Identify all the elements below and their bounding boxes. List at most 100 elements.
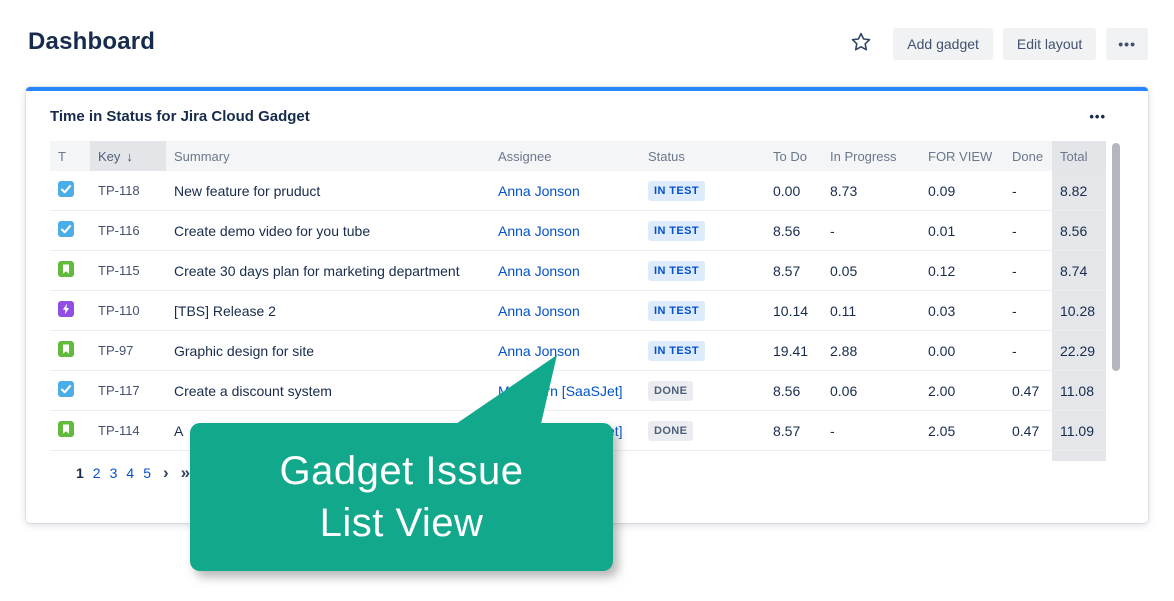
page-link-2[interactable]: 2 [93, 465, 101, 481]
issue-summary: Create 30 days plan for marketing depart… [174, 262, 460, 279]
page-link-1: 1 [76, 465, 84, 481]
header-more-button[interactable]: ••• [1106, 27, 1148, 60]
status-badge: IN TEST [648, 300, 705, 321]
todo-value: 8.57 [773, 262, 801, 279]
callout-text-line1: Gadget Issue [279, 449, 524, 493]
status-badge: DONE [648, 420, 694, 441]
todo-value: 0.00 [773, 182, 801, 199]
table-row: TP-115 Create 30 days plan for marketing… [50, 251, 1106, 291]
column-header-label: Status [648, 148, 685, 164]
inprogress-value: - [830, 222, 835, 239]
done-value: - [1012, 302, 1017, 319]
table-row: TP-118 New feature for pruduct Anna Jons… [50, 171, 1106, 211]
column-header[interactable]: T [50, 141, 90, 171]
gadget-title-row: Time in Status for Jira Cloud Gadget ••• [26, 91, 1148, 141]
task-type-icon [58, 181, 74, 197]
todo-value: 8.56 [773, 222, 801, 239]
done-value: - [1012, 182, 1017, 199]
column-header[interactable]: To Do [765, 141, 822, 171]
assignee-link[interactable]: Anna Jonson [498, 303, 580, 319]
total-value: 10.28 [1052, 291, 1106, 330]
header-actions: Add gadget Edit layout ••• [845, 26, 1148, 61]
forview-value: 0.03 [928, 302, 956, 319]
task-type-icon [58, 381, 74, 397]
table-row: TP-117 Create a discount system Max Kern… [50, 371, 1106, 411]
forview-value: 0.12 [928, 262, 956, 279]
todo-value: 19.41 [773, 342, 809, 359]
issue-key: TP-115 [98, 263, 140, 278]
forview-value: 0.01 [928, 222, 956, 239]
inprogress-value: 0.11 [830, 302, 857, 319]
issue-key: TP-110 [98, 303, 140, 318]
vertical-scrollbar-thumb[interactable] [1112, 143, 1120, 371]
callout: Gadget Issue List View [190, 423, 613, 571]
column-header-label: Done [1012, 148, 1044, 164]
page-header: Dashboard Add gadget Edit layout ••• [28, 26, 1148, 61]
gadget-more-button[interactable]: ••• [1089, 109, 1106, 124]
next-page-icon[interactable]: › [163, 464, 169, 481]
issue-type-cell [50, 221, 90, 240]
inprogress-value: 0.06 [830, 382, 858, 399]
column-header[interactable]: FOR VIEW [920, 141, 1004, 171]
table-row: TP-97 Graphic design for site Anna Jonso… [50, 331, 1106, 371]
assignee-link[interactable]: Anna Jonson [498, 183, 580, 199]
inprogress-value: - [830, 422, 835, 439]
page-link-5[interactable]: 5 [143, 465, 151, 481]
column-header-label: Summary [174, 148, 230, 164]
column-header[interactable]: In Progress [822, 141, 920, 171]
issue-type-cell [50, 421, 90, 440]
page-title: Dashboard [28, 28, 156, 55]
story-type-icon [58, 341, 74, 357]
total-value: 8.56 [1052, 211, 1106, 250]
callout-text-line2: List View [319, 501, 484, 545]
issue-type-cell [50, 261, 90, 280]
status-badge: IN TEST [648, 340, 705, 361]
column-header-label: Total [1060, 148, 1088, 164]
total-value: 22.29 [1052, 331, 1106, 370]
inprogress-value: 2.88 [830, 342, 858, 359]
last-page-icon[interactable]: » [181, 464, 190, 481]
issue-summary: Create demo video for you tube [174, 222, 371, 239]
forview-value: 0.09 [928, 182, 956, 199]
issue-key: TP-97 [98, 343, 134, 358]
dashboard-page: Dashboard Add gadget Edit layout ••• Tim… [0, 0, 1174, 601]
inprogress-value: 8.73 [830, 182, 858, 199]
column-header[interactable]: Assignee [490, 141, 640, 171]
status-badge: IN TEST [648, 220, 705, 241]
column-header[interactable]: Total [1052, 141, 1106, 171]
total-value: 8.74 [1052, 251, 1106, 290]
todo-value: 8.56 [773, 382, 801, 399]
issue-key: TP-118 [98, 183, 140, 198]
assignee-link[interactable]: Anna Jonson [498, 263, 580, 279]
todo-value: 10.14 [773, 302, 809, 319]
column-header-label: Key [98, 148, 121, 164]
status-badge: IN TEST [648, 260, 705, 281]
callout-tail-icon [440, 352, 565, 433]
column-header[interactable]: Done [1004, 141, 1052, 171]
add-gadget-button[interactable]: Add gadget [893, 27, 993, 60]
sort-descending-icon: ↓ [126, 148, 133, 164]
status-badge: DONE [648, 380, 694, 401]
column-header[interactable]: Summary [166, 141, 490, 171]
done-value: 0.47 [1012, 422, 1040, 439]
edit-layout-button[interactable]: Edit layout [1002, 27, 1097, 60]
total-value: 8.82 [1052, 171, 1106, 210]
story-type-icon [58, 261, 74, 277]
column-header[interactable]: Status [640, 141, 765, 171]
column-header[interactable]: Key ↓ [90, 141, 166, 171]
star-icon [849, 30, 873, 57]
column-header-label: Assignee [498, 148, 552, 164]
column-header-label: In Progress [830, 148, 897, 164]
done-value: - [1012, 342, 1017, 359]
total-value: 11.09 [1052, 411, 1106, 450]
page-link-3[interactable]: 3 [110, 465, 118, 481]
favorite-star-button[interactable] [845, 26, 877, 61]
issue-type-cell [50, 181, 90, 200]
todo-value: 8.57 [773, 422, 801, 439]
page-link-4[interactable]: 4 [126, 465, 134, 481]
table-row: TP-116 Create demo video for you tube An… [50, 211, 1106, 251]
inprogress-value: 0.05 [830, 262, 858, 279]
assignee-link[interactable]: Anna Jonson [498, 223, 580, 239]
total-value: 11.08 [1052, 371, 1106, 410]
status-badge: IN TEST [648, 180, 705, 201]
